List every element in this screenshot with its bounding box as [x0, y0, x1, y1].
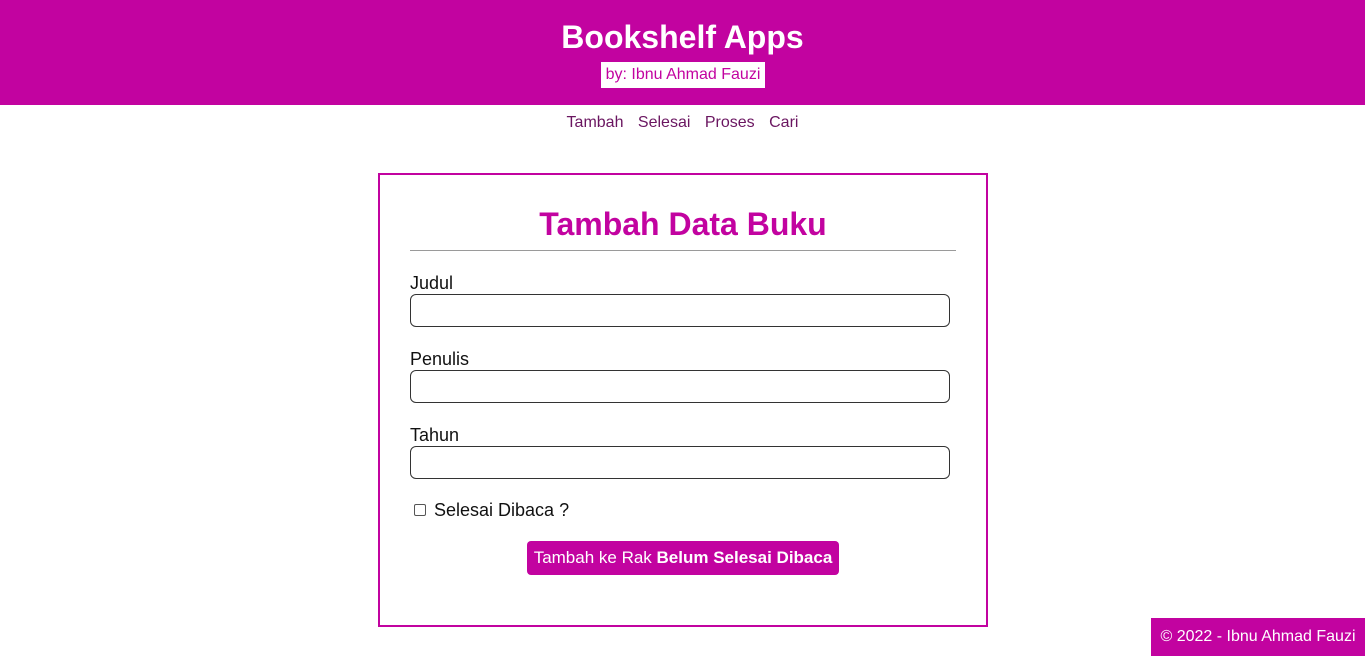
footer-copyright: © 2022 - Ibnu Ahmad Fauzi — [1151, 618, 1365, 656]
author-label: Penulis — [410, 349, 470, 369]
add-to-shelf-button[interactable]: Tambah ke Rak Belum Selesai Dibaca — [527, 541, 839, 575]
nav-link-selesai[interactable]: Selesai — [638, 114, 690, 131]
form-title: Tambah Data Buku — [539, 206, 827, 242]
nav-link-proses[interactable]: Proses — [705, 114, 755, 131]
app-header: Bookshelf Apps by: Ibnu Ahmad Fauzi — [0, 0, 1365, 105]
main-nav: Tambah Selesai Proses Cari — [0, 113, 1365, 133]
nav-link-tambah[interactable]: Tambah — [567, 114, 624, 131]
title-label: Judul — [410, 273, 454, 293]
finished-reading-label: Selesai Dibaca ? — [434, 500, 570, 520]
nav-link-cari[interactable]: Cari — [769, 114, 798, 131]
add-to-shelf-button-shelf: Belum Selesai Dibaca — [656, 548, 833, 567]
title-input[interactable] — [410, 294, 950, 327]
finished-reading-checkbox[interactable] — [414, 504, 426, 516]
add-book-form: Tambah Data Buku Judul Penulis Tahun Sel… — [378, 173, 988, 627]
year-input[interactable] — [410, 446, 950, 479]
title-divider — [410, 250, 956, 251]
app-title: Bookshelf Apps — [561, 19, 804, 55]
finished-reading-row: Selesai Dibaca ? — [414, 499, 569, 521]
author-input[interactable] — [410, 370, 950, 403]
year-label: Tahun — [410, 425, 460, 445]
author-badge: by: Ibnu Ahmad Fauzi — [601, 62, 765, 88]
add-to-shelf-button-prefix: Tambah ke Rak — [533, 548, 657, 567]
